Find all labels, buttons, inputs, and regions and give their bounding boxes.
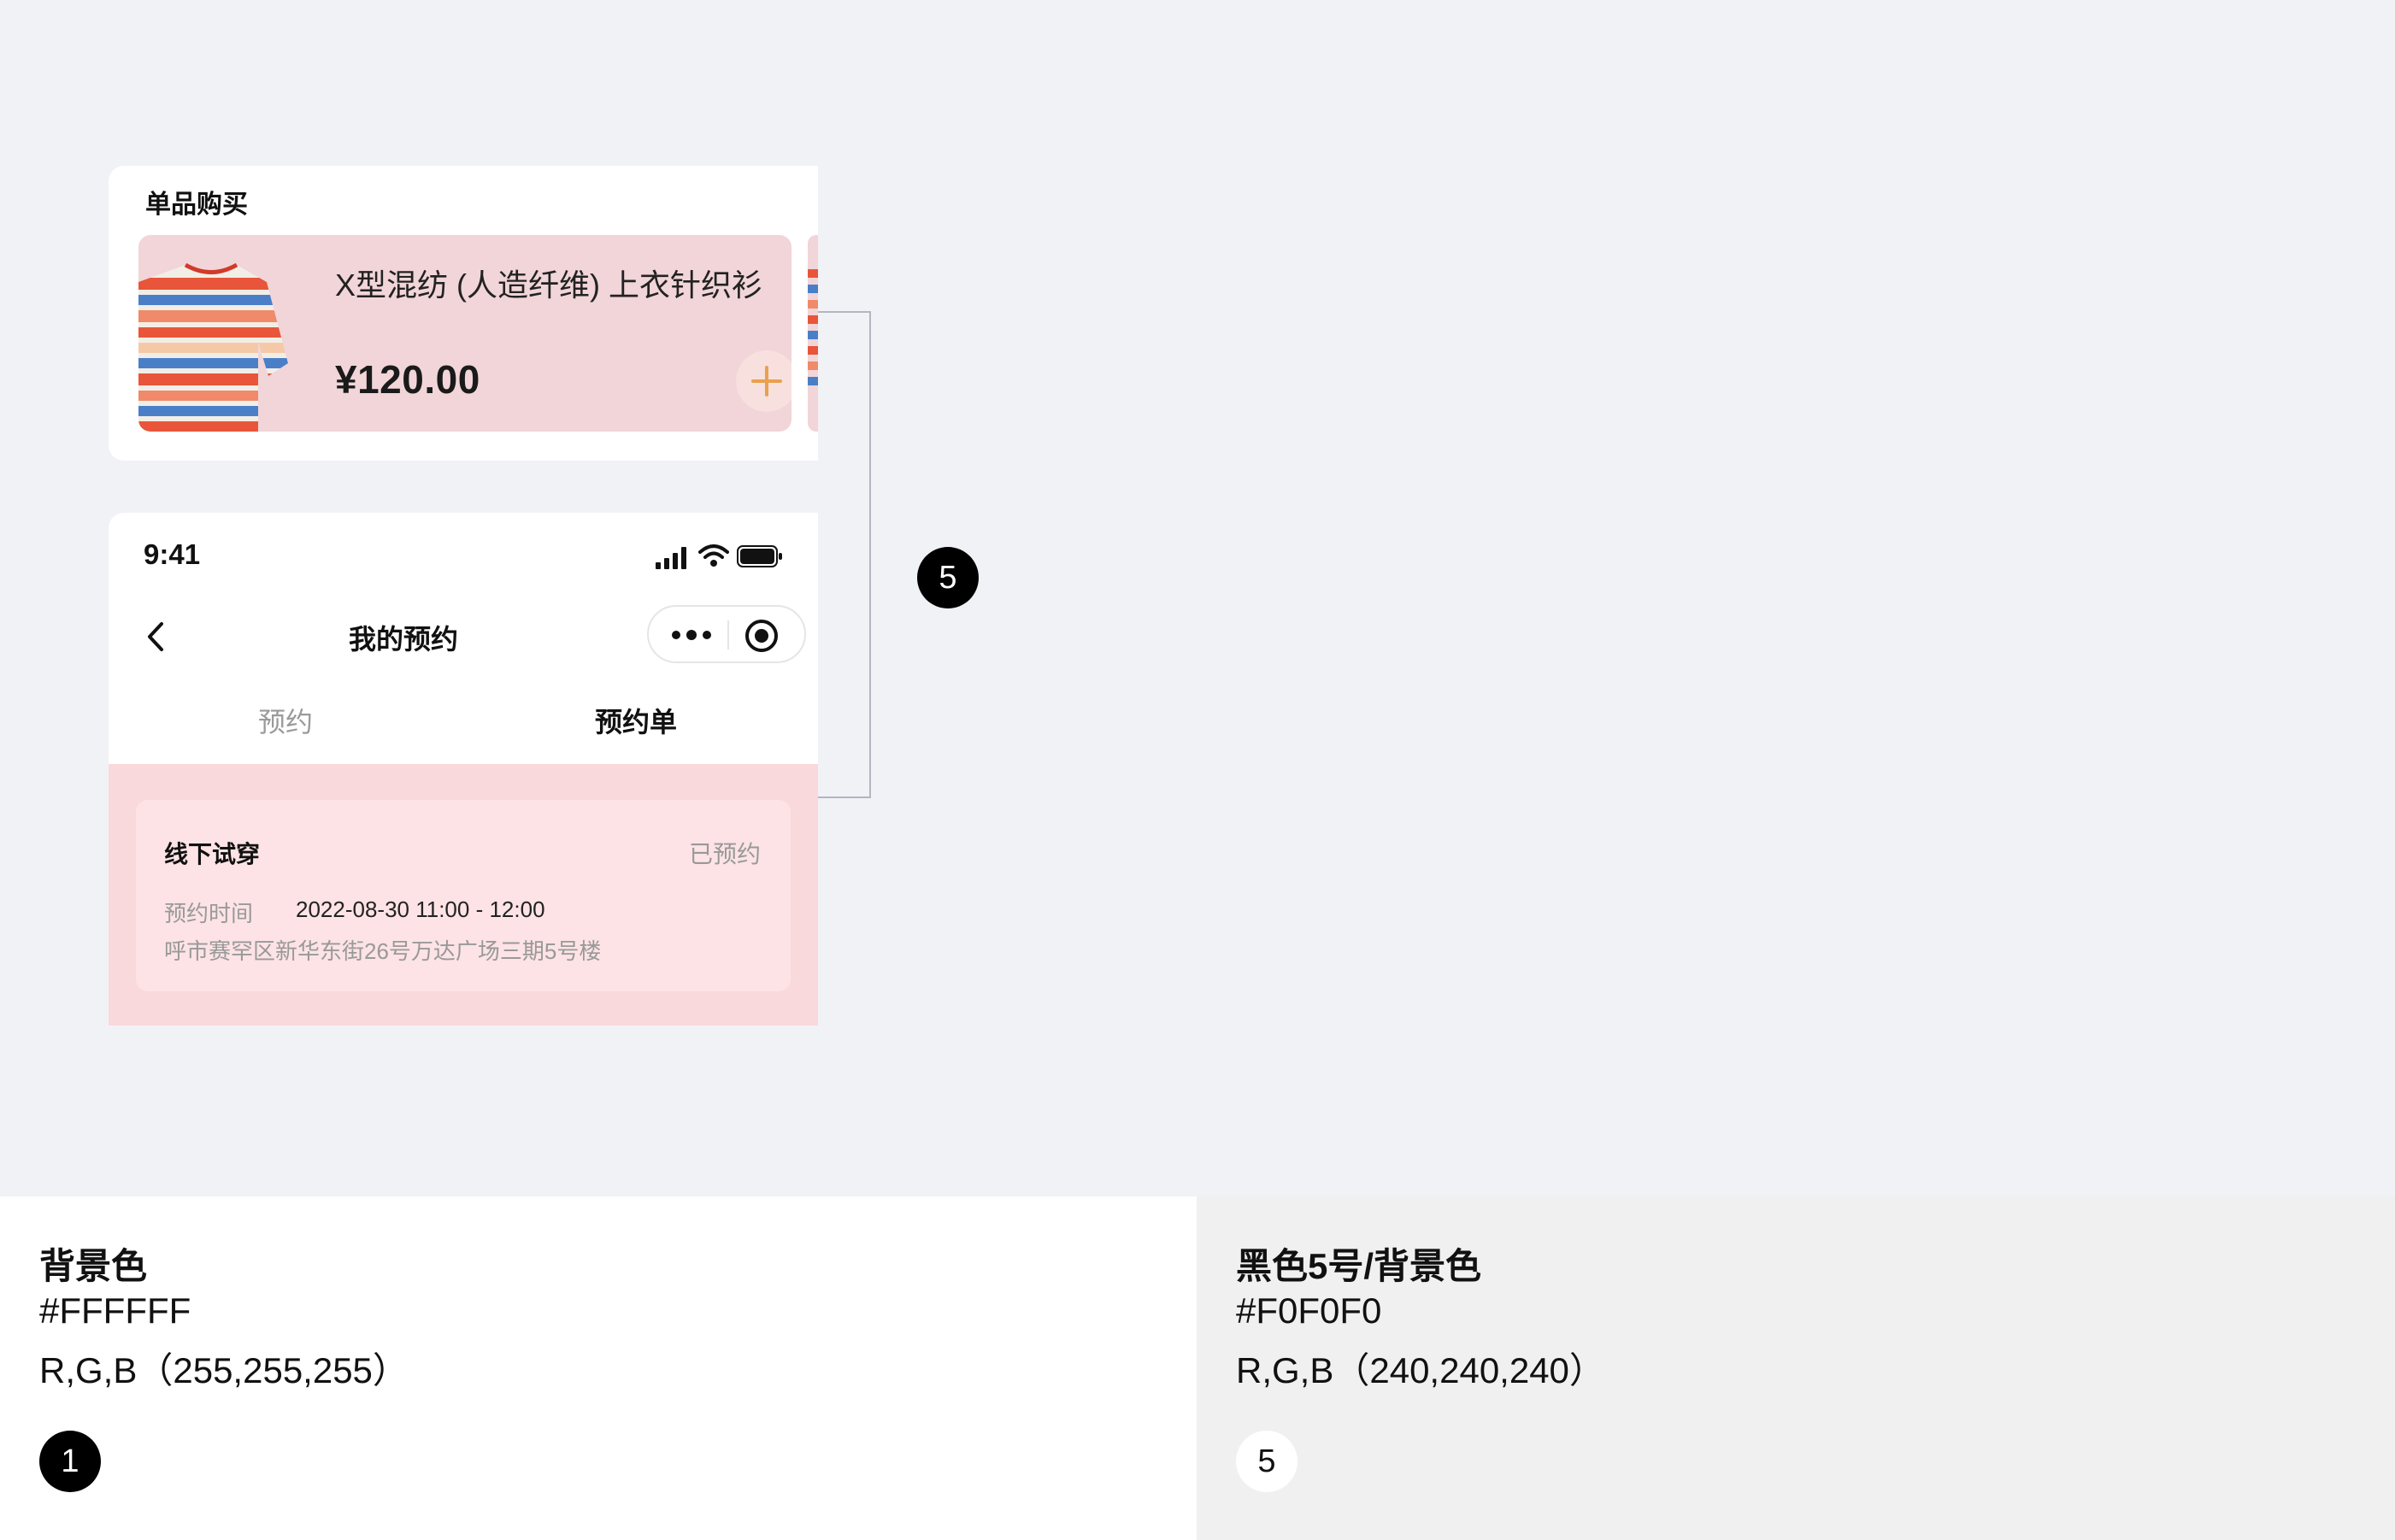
- product-item[interactable]: X型混纺 (人造纤维) 上衣针织衫 ¥120.00: [138, 235, 791, 432]
- next-product-peek[interactable]: [808, 235, 818, 432]
- swatch-gray: 黑色5号/背景色 #F0F0F0 R,G,B（240,240,240） 5: [1197, 1196, 2395, 1540]
- time-value: 2022-08-30 11:00 - 12:00: [296, 896, 545, 922]
- battery-icon: [737, 545, 782, 567]
- tab-reservation-orders[interactable]: 预约单: [595, 701, 677, 740]
- plus-icon: [751, 366, 782, 397]
- swatch-rgb: R,G,B（240,240,240）: [1236, 1350, 1605, 1390]
- time-label: 预约时间: [164, 901, 254, 926]
- shirt-image: [138, 262, 288, 432]
- capsule-divider: [727, 620, 729, 650]
- annotation-badge: 5: [917, 547, 979, 608]
- order-card[interactable]: 线下试穿 已预约 预约时间 2022-08-30 11:00 - 12:00 呼…: [136, 800, 791, 991]
- page-title: 我的预约: [348, 624, 458, 655]
- annotation-bracket: [818, 311, 871, 798]
- swatch-name: 黑色5号/背景色: [1236, 1246, 1482, 1286]
- product-price: ¥120.00: [335, 357, 480, 402]
- phone-screen: 9:41 我的预约 预约 预约单 线下试穿 已预约 预约时间 2022-08-3…: [109, 513, 818, 1026]
- order-title: 线下试穿: [164, 841, 261, 867]
- swatch-badge: 5: [1236, 1431, 1298, 1492]
- tab-reserve[interactable]: 预约: [258, 701, 313, 740]
- swatch-name: 背景色: [39, 1246, 148, 1286]
- swatch-hex: #FFFFFF: [39, 1290, 191, 1331]
- swatch-badge: 1: [39, 1431, 101, 1492]
- status-time: 9:41: [144, 538, 201, 570]
- order-list: 线下试穿 已预约 预约时间 2022-08-30 11:00 - 12:00 呼…: [109, 764, 818, 1026]
- signal-icon: [656, 547, 686, 569]
- product-card: 单品购买 X型混纺 (人造纤维) 上衣针织衫 ¥120.00: [109, 166, 818, 461]
- section-title: 单品购买: [145, 191, 248, 219]
- wifi-icon: [698, 544, 729, 567]
- swatch-white: 背景色 #FFFFFF R,G,B（255,255,255） 1: [0, 1196, 1197, 1540]
- more-dots-icon[interactable]: [666, 619, 717, 651]
- swatch-hex: #F0F0F0: [1236, 1290, 1382, 1331]
- order-address: 呼市赛罕区新华东街26号万达广场三期5号楼: [164, 938, 602, 964]
- status-badge: 已预约: [688, 841, 761, 867]
- swatch-rgb: R,G,B（255,255,255）: [39, 1350, 409, 1390]
- add-to-cart-button[interactable]: [736, 350, 791, 412]
- mini-program-capsule: [647, 605, 806, 663]
- product-name: X型混纺 (人造纤维) 上衣针织衫: [335, 267, 762, 303]
- target-icon[interactable]: [744, 619, 779, 653]
